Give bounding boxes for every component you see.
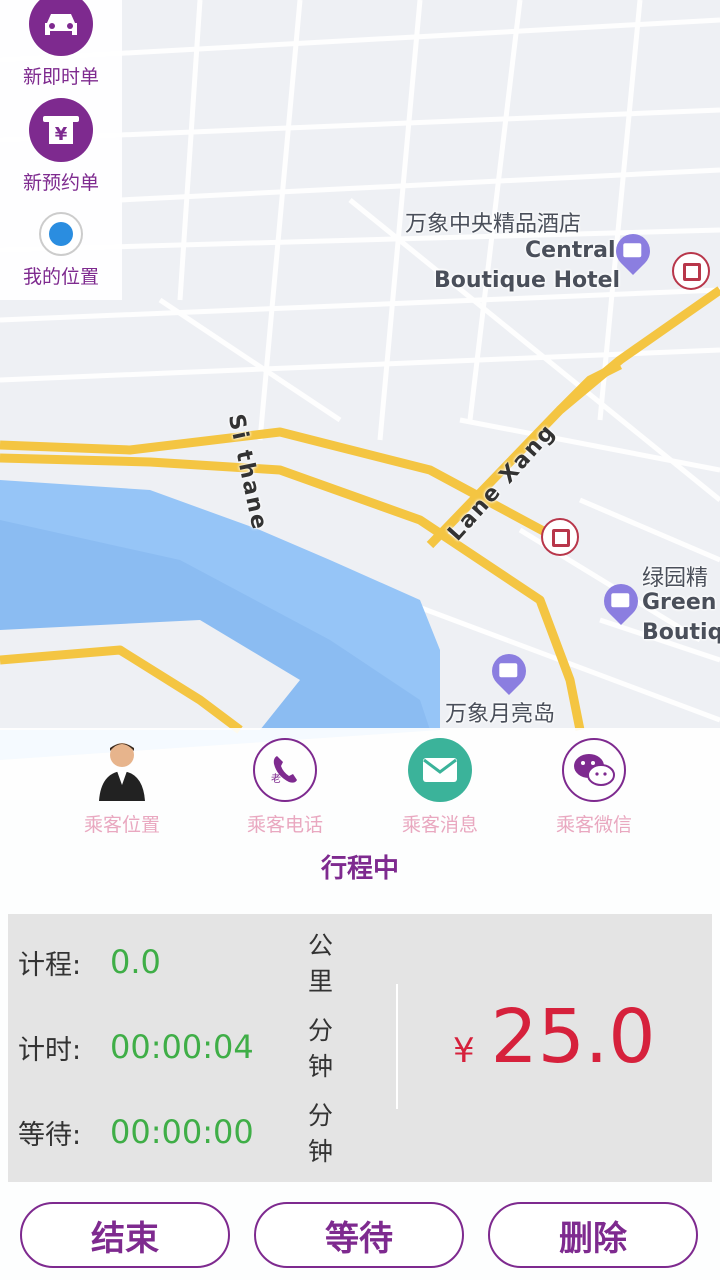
svg-text:老: 老: [271, 772, 281, 785]
phone-icon: 老: [253, 738, 317, 802]
poi-label: Boutiq: [642, 620, 720, 645]
action-label: 乘客消息: [401, 814, 478, 836]
trip-status: 行程中: [320, 854, 399, 884]
poi-label: Green: [642, 590, 717, 615]
divider: [396, 984, 398, 1109]
action-label: 乘客电话: [246, 814, 323, 836]
delete-button[interactable]: 删除: [488, 1202, 698, 1268]
new-reservation-order-button[interactable]: ¥ 新预约单: [0, 98, 122, 195]
end-trip-button[interactable]: 结束: [20, 1202, 230, 1268]
location-dot-icon: [39, 212, 83, 256]
time-row: 计时: 00:00:04 分钟: [18, 1016, 333, 1081]
yen-ticket-icon: ¥: [29, 98, 93, 162]
passenger-message-button[interactable]: 乘客消息: [370, 738, 510, 837]
passenger-wechat-button[interactable]: 乘客微信: [524, 738, 664, 837]
fare-amount: 25.0: [490, 994, 656, 1080]
distance-value: 0.0: [110, 943, 161, 981]
sidebar-item-label: 新即时单: [22, 66, 99, 88]
time-unit: 分钟: [308, 1016, 334, 1081]
poi-label: 万象月亮岛: [445, 702, 556, 727]
action-label: 乘客微信: [555, 814, 632, 836]
poi-label: 绿园精: [642, 566, 709, 591]
currency-symbol: ¥: [453, 1031, 475, 1071]
passenger-location-button[interactable]: 乘客位置: [52, 738, 192, 837]
svg-text:¥: ¥: [55, 124, 68, 145]
my-location-button[interactable]: 我的位置: [0, 212, 122, 289]
wait-unit: 分钟: [308, 1101, 334, 1166]
car-icon: [29, 0, 93, 56]
wait-row: 等待: 00:00:00 分钟: [18, 1101, 333, 1166]
bank-icon: [541, 518, 579, 556]
poi-label: Central: [525, 238, 616, 263]
wait-button[interactable]: 等待: [254, 1202, 464, 1268]
new-instant-order-button[interactable]: 新即时单: [0, 0, 122, 89]
message-icon: [408, 738, 472, 802]
time-label: 计时:: [18, 1034, 82, 1066]
fare-display: ¥ 25.0: [453, 994, 655, 1080]
sidebar: 新即时单 ¥ 新预约单 我的位置: [0, 0, 122, 300]
poi-label: 万象中央精品酒店: [405, 212, 582, 237]
action-label: 乘客位置: [83, 814, 160, 836]
poi-label: Boutique Hotel: [434, 268, 621, 293]
passenger-phone-button[interactable]: 老 乘客电话: [215, 738, 355, 837]
wait-value: 00:00:00: [110, 1113, 254, 1151]
wechat-icon: [562, 738, 626, 802]
sidebar-item-label: 新预约单: [22, 172, 99, 194]
distance-unit: 公里: [308, 931, 334, 996]
passenger-avatar-icon: [90, 738, 154, 802]
time-value: 00:00:04: [110, 1028, 254, 1066]
distance-row: 计程: 0.0 公里: [18, 931, 333, 996]
bank-icon: [672, 252, 710, 290]
fare-meter: 计程: 0.0 公里 计时: 00:00:04 分钟 等待: 00:00:00 …: [8, 914, 712, 1182]
trip-panel: 乘客位置 老 乘客电话 乘客消息 乘客微信 行程中 计程: 0.0 公里 计时:…: [0, 728, 720, 1280]
distance-label: 计程:: [18, 949, 82, 981]
sidebar-item-label: 我的位置: [22, 266, 99, 288]
wait-label: 等待:: [18, 1119, 82, 1151]
